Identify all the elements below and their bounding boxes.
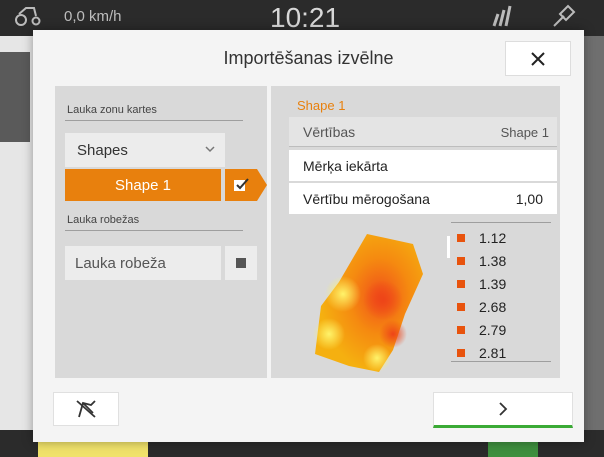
shape-heading: Shape 1 — [297, 98, 346, 113]
shapes-dropdown-value: Shapes — [77, 141, 128, 159]
target-device-field[interactable]: Mērķa iekārta — [289, 150, 557, 181]
target-device-label: Mērķa iekārta — [303, 158, 388, 174]
value-scaling-field[interactable]: Vērtību mērogošana 1,00 — [289, 183, 557, 214]
checkbox-unchecked-icon — [236, 258, 246, 268]
source-panel: Lauka zonu kartes Shapes Shape 1 Lauka r… — [55, 86, 267, 378]
zone-maps-label: Lauka zonu kartes — [67, 104, 157, 116]
legend-swatch — [457, 326, 465, 334]
satellite-icon — [553, 4, 576, 27]
boundaries-label: Lauka robežas — [67, 214, 140, 226]
selection-arrow — [257, 169, 267, 201]
tractor-icon — [15, 7, 41, 26]
legend-value: 1.38 — [479, 253, 507, 269]
legend-item: 2.68 — [457, 296, 506, 318]
legend-scrollbar[interactable] — [447, 236, 450, 258]
value-scaling-value: 1,00 — [515, 191, 543, 207]
zone-map-preview — [313, 234, 423, 372]
divider — [451, 222, 551, 223]
legend-swatch — [457, 234, 465, 242]
shape-item-label: Shape 1 — [115, 176, 171, 194]
legend-swatch — [457, 303, 465, 311]
legend-item: 1.12 — [457, 227, 506, 249]
close-button[interactable] — [505, 41, 571, 76]
divider — [451, 361, 551, 362]
legend-value: 1.39 — [479, 276, 507, 292]
dialog-title: Importēšanas izvēlne — [223, 48, 394, 68]
divider — [65, 230, 243, 231]
boundary-checkbox[interactable] — [225, 246, 257, 280]
legend-item: 1.39 — [457, 273, 506, 295]
next-button[interactable] — [433, 392, 573, 428]
close-icon — [531, 51, 545, 66]
value-legend: 1.12 1.38 1.39 2.68 2.79 2.81 — [443, 222, 558, 372]
shapes-dropdown[interactable]: Shapes — [65, 133, 225, 167]
checkmark-icon — [234, 178, 249, 191]
boundary-list-item[interactable]: Lauka robeža — [65, 246, 221, 280]
legend-swatch — [457, 257, 465, 265]
legend-item: 1.38 — [457, 250, 506, 272]
gnss-signal-icon — [492, 5, 512, 27]
values-label: Vērtības — [303, 124, 356, 140]
left-toolbar — [0, 52, 30, 142]
no-section-control-icon — [76, 400, 96, 418]
shape-list-item[interactable]: Shape 1 — [65, 169, 221, 201]
boundary-item-label: Lauka robeža — [75, 254, 166, 272]
legend-value: 2.68 — [479, 299, 507, 315]
preview-panel: Shape 1 Vērtības Shape 1 Mērķa iekārta V… — [271, 86, 560, 378]
shape-checkbox[interactable] — [225, 169, 257, 201]
divider — [65, 120, 243, 121]
legend-value: 1.12 — [479, 230, 507, 246]
chevron-right-icon — [499, 402, 508, 416]
legend-value: 2.79 — [479, 322, 507, 338]
legend-item: 2.79 — [457, 319, 506, 341]
import-dialog: Importēšanas izvēlne Lauka zonu kartes S… — [33, 30, 584, 442]
speed-readout: 0,0 km/h — [64, 8, 122, 25]
values-row: Vērtības Shape 1 — [289, 117, 557, 147]
values-value: Shape 1 — [500, 125, 549, 140]
value-scaling-label: Vērtību mērogošana — [303, 191, 430, 207]
legend-swatch — [457, 280, 465, 288]
section-control-off-button[interactable] — [53, 392, 119, 426]
legend-swatch — [457, 349, 465, 357]
legend-value: 2.81 — [479, 345, 507, 361]
chevron-down-icon — [205, 146, 215, 153]
